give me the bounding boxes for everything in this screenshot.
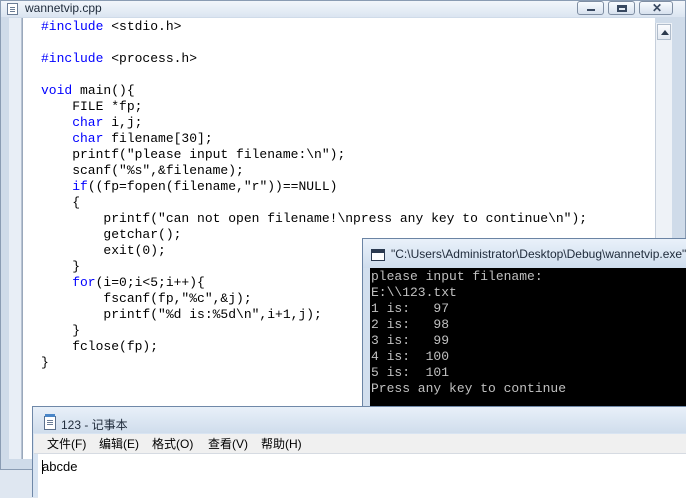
code-text-span: FILE *fp; — [41, 99, 143, 114]
notepad-text: abcde — [42, 459, 78, 474]
code-text-span: { — [41, 195, 81, 210]
code-text-span: } — [41, 323, 81, 338]
menu-format[interactable]: 格式(O) — [152, 437, 193, 451]
code-text-span: getchar(); — [41, 227, 182, 242]
code-text-span: printf("%d is:%5d\n",i+1,j); — [41, 307, 322, 322]
console-window: "C:\Users\Administrator\Desktop\Debug\wa… — [362, 238, 686, 410]
code-text-span: main(){ — [72, 83, 135, 98]
notepad-title: 123 - 记事本 — [61, 418, 128, 432]
code-gutter — [9, 18, 22, 459]
code-text-span: scanf("%s",&filename); — [41, 163, 244, 178]
code-keyword: void — [41, 83, 73, 98]
notepad-titlebar[interactable]: 123 - 记事本 — [33, 407, 686, 433]
code-text-span: <stdio.h> — [103, 19, 182, 34]
notepad-text-area[interactable]: abcde — [38, 454, 686, 498]
console-line: 2 is: 98 — [371, 317, 450, 332]
code-text-span: ((fp=fopen(filename,"r"))==NULL) — [87, 179, 338, 194]
code-keyword: for — [41, 275, 96, 290]
console-line: 3 is: 99 — [371, 333, 450, 348]
code-text-span: fscanf(fp,"%c",&j); — [41, 291, 252, 306]
menu-file[interactable]: 文件(F) — [47, 437, 86, 451]
code-line: #include <stdio.h> — [41, 19, 587, 35]
code-keyword: char — [41, 115, 104, 130]
minimize-button[interactable] — [577, 1, 604, 15]
text-caret — [42, 460, 43, 474]
close-icon: ✕ — [652, 1, 663, 15]
editor-titlebar[interactable]: wannetvip.cpp ✕ — [1, 1, 685, 17]
menu-edit[interactable]: 编辑(E) — [99, 437, 139, 451]
code-text-span: <process.h> — [103, 51, 198, 66]
maximize-button[interactable] — [608, 1, 635, 15]
scroll-up-arrow-icon[interactable] — [657, 24, 671, 40]
console-line: Press any key to continue — [371, 381, 567, 396]
code-line: char filename[30]; — [41, 131, 587, 147]
notepad-window: 123 - 记事本 文件(F) 编辑(E) 格式(O) 查看(V) 帮助(H) … — [32, 406, 686, 498]
menu-view[interactable]: 查看(V) — [208, 437, 248, 451]
code-text-span: } — [41, 259, 81, 274]
console-line: 5 is: 101 — [371, 365, 450, 380]
code-text-span: filename[30]; — [103, 131, 213, 146]
console-line: 1 is: 97 — [371, 301, 450, 316]
code-text-span: } — [41, 355, 49, 370]
maximize-icon — [617, 5, 627, 12]
console-line: 4 is: 100 — [371, 349, 450, 364]
code-text-span: printf("can not open filename!\npress an… — [41, 211, 588, 226]
editor-title: wannetvip.cpp — [25, 1, 102, 15]
close-button[interactable]: ✕ — [639, 1, 673, 15]
console-title: "C:\Users\Administrator\Desktop\Debug\wa… — [391, 247, 686, 261]
code-keyword: if — [41, 179, 88, 194]
console-line: please input filename: — [371, 269, 543, 284]
menu-bar: 文件(F) 编辑(E) 格式(O) 查看(V) 帮助(H) — [34, 434, 686, 454]
code-keyword: #include — [41, 51, 104, 66]
minimize-icon — [587, 9, 595, 11]
code-line: void main(){ — [41, 83, 587, 99]
console-body[interactable]: please input filename: E:\\123.txt 1 is: 9… — [370, 268, 686, 408]
code-text-span: printf("please input filename:\n"); — [41, 147, 346, 162]
console-line: E:\\123.txt — [371, 285, 457, 300]
document-icon — [7, 3, 18, 15]
code-text-span: exit(0); — [41, 243, 166, 258]
code-line: printf("please input filename:\n"); — [41, 147, 587, 163]
code-text-span: fclose(fp); — [41, 339, 159, 354]
code-line: #include <process.h> — [41, 51, 587, 67]
code-line: printf("can not open filename!\npress an… — [41, 211, 587, 227]
code-line: if((fp=fopen(filename,"r"))==NULL) — [41, 179, 587, 195]
code-text-span: i,j; — [103, 115, 143, 130]
code-keyword: #include — [41, 19, 104, 34]
code-line: FILE *fp; — [41, 99, 587, 115]
console-output: please input filename: E:\\123.txt 1 is: 9… — [371, 269, 566, 397]
console-titlebar[interactable]: "C:\Users\Administrator\Desktop\Debug\wa… — [363, 239, 686, 268]
console-icon — [371, 249, 385, 261]
code-text-span: (i=0;i<5;i++){ — [95, 275, 205, 290]
code-line: char i,j; — [41, 115, 587, 131]
code-line: scanf("%s",&filename); — [41, 163, 587, 179]
notepad-icon — [44, 414, 56, 430]
code-line: { — [41, 195, 587, 211]
code-keyword: char — [41, 131, 104, 146]
menu-help[interactable]: 帮助(H) — [261, 437, 302, 451]
